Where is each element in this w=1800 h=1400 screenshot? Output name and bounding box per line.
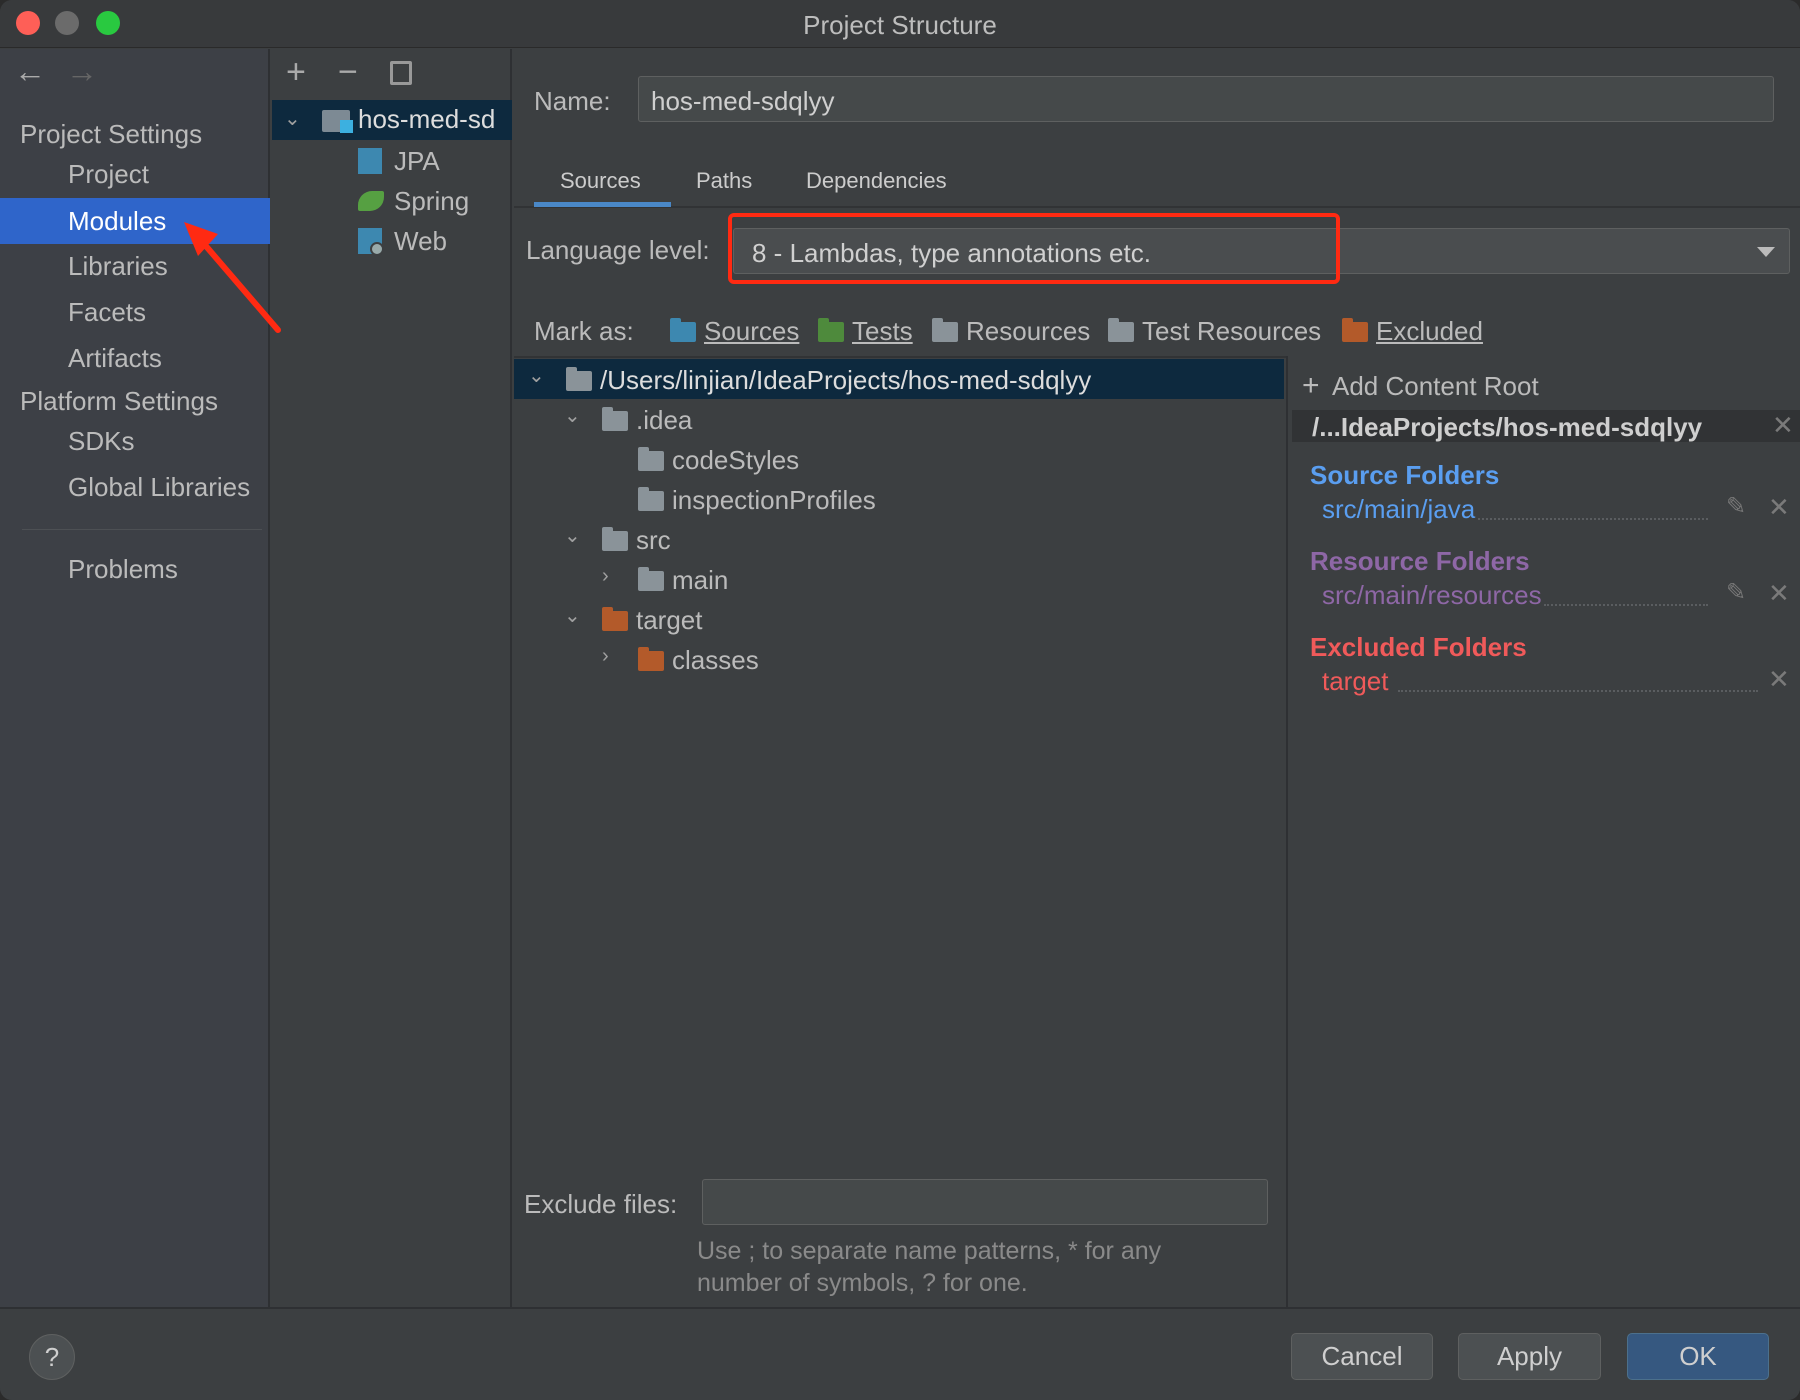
ok-button[interactable]: OK bbox=[1627, 1333, 1769, 1380]
dialog-footer: ? Cancel Apply OK bbox=[0, 1307, 1800, 1400]
red-arrow-annotation bbox=[184, 222, 281, 333]
project-structure-window: Project Structure ← → Project Settings P… bbox=[0, 0, 1800, 1400]
cancel-button[interactable]: Cancel bbox=[1291, 1333, 1433, 1380]
help-button[interactable]: ? bbox=[29, 1334, 75, 1380]
apply-button[interactable]: Apply bbox=[1458, 1333, 1601, 1380]
